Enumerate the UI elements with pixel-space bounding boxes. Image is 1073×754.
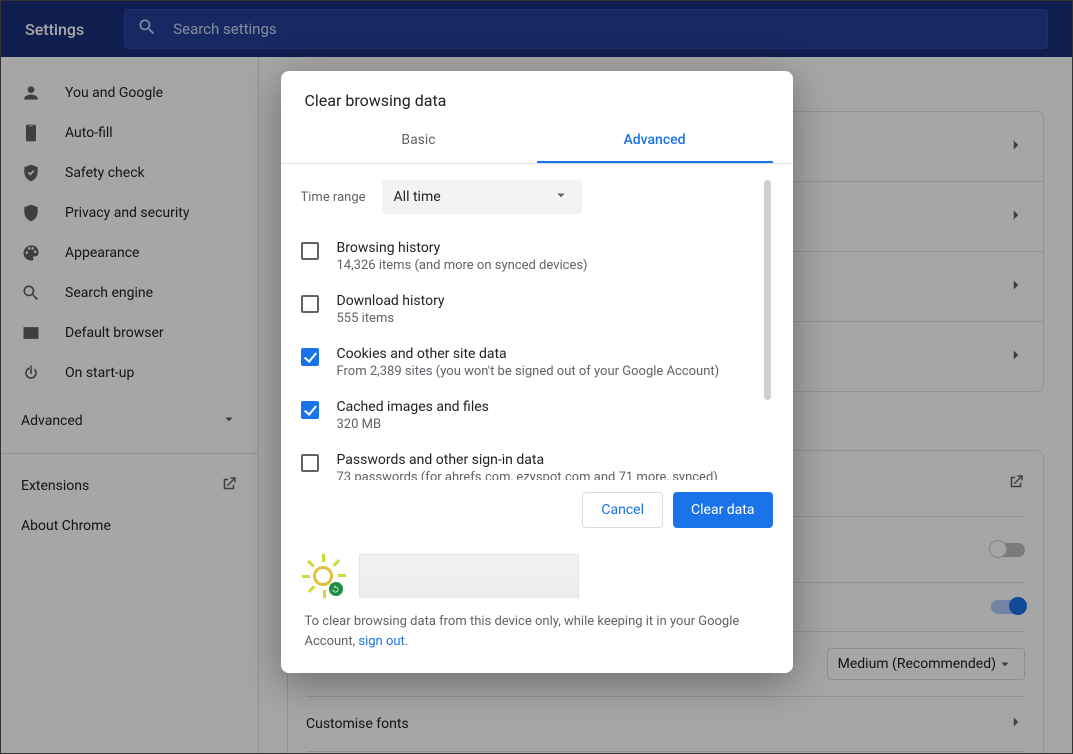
sidebar-advanced-toggle[interactable]: Advanced [1, 401, 258, 441]
row-customise-fonts[interactable]: Customise fonts [306, 697, 1025, 752]
sidebar-item-on-startup[interactable]: On start-up [1, 353, 246, 393]
sun-icon [301, 554, 345, 598]
header: Settings Search settings [1, 1, 1072, 57]
person-icon [21, 83, 41, 103]
chevron-right-icon [1007, 713, 1025, 735]
option-title: Browsing history [337, 240, 588, 256]
scrollbar[interactable] [764, 180, 771, 400]
sync-badge-icon [329, 582, 343, 596]
chevron-down-icon [220, 410, 238, 432]
clear-data-button[interactable]: Clear data [673, 492, 772, 528]
sidebar-item-label: You and Google [65, 85, 163, 101]
option-subtitle: 320 MB [337, 417, 489, 432]
sidebar-item-safety-check[interactable]: Safety check [1, 153, 246, 193]
row-page-zoom: Page zoom 100% [306, 752, 1025, 753]
option-subtitle: 555 items [337, 311, 445, 326]
promo-placeholder [359, 554, 579, 598]
sidebar-item-label: About Chrome [21, 518, 111, 534]
sidebar-item-search-engine[interactable]: Search engine [1, 273, 246, 313]
chevron-right-icon [1007, 276, 1025, 298]
option-row[interactable]: Browsing history 14,326 items (and more o… [301, 230, 773, 283]
sidebar-item-default-browser[interactable]: Default browser [1, 313, 246, 353]
option-row[interactable]: Passwords and other sign-in data 73 passw… [301, 442, 773, 480]
sidebar-item-autofill[interactable]: Auto-fill [1, 113, 246, 153]
open-in-new-icon [1007, 473, 1025, 495]
search-placeholder: Search settings [173, 20, 276, 38]
sidebar-item-label: Safety check [65, 165, 145, 181]
page-title: Settings [25, 20, 84, 39]
sidebar-item-you-and-google[interactable]: You and Google [1, 73, 246, 113]
time-range-label: Time range [301, 190, 366, 205]
checkbox[interactable] [301, 295, 319, 313]
checkbox[interactable] [301, 348, 319, 366]
option-title: Download history [337, 293, 445, 309]
browser-icon [21, 323, 41, 343]
option-row[interactable]: Cached images and files 320 MB [301, 389, 773, 442]
power-icon [21, 363, 41, 383]
option-subtitle: 73 passwords (for ahrefs.com, ezyspot.co… [337, 470, 718, 480]
sidebar-item-about-chrome[interactable]: About Chrome [1, 506, 258, 546]
option-title: Cookies and other site data [337, 346, 720, 362]
tab-advanced[interactable]: Advanced [537, 120, 773, 163]
select-time-range[interactable]: All time [382, 180, 582, 214]
tab-basic[interactable]: Basic [301, 120, 537, 163]
search-icon [21, 283, 41, 303]
sidebar-item-label: Default browser [65, 325, 164, 341]
shield-check-icon [21, 163, 41, 183]
toggle-show-home[interactable] [991, 543, 1025, 557]
checkbox[interactable] [301, 242, 319, 260]
option-subtitle: 14,326 items (and more on synced devices… [337, 258, 588, 273]
sidebar-item-label: Search engine [65, 285, 153, 301]
cancel-button[interactable]: Cancel [582, 492, 663, 528]
sidebar-item-extensions[interactable]: Extensions [1, 466, 258, 506]
open-in-new-icon [220, 475, 238, 497]
dialog-footer-note: To clear browsing data from this device … [281, 598, 793, 673]
select-font-size[interactable]: Medium (Recommended) [827, 648, 1025, 680]
option-title: Cached images and files [337, 399, 489, 415]
chevron-right-icon [1007, 206, 1025, 228]
option-title: Passwords and other sign-in data [337, 452, 718, 468]
chevron-down-icon [552, 186, 570, 208]
toggle-show-bookmarks[interactable] [991, 600, 1025, 614]
clear-browsing-data-dialog: Clear browsing data Basic Advanced Time … [281, 71, 793, 673]
sidebar-item-label: Extensions [21, 478, 89, 494]
checkbox[interactable] [301, 454, 319, 472]
sidebar-item-privacy[interactable]: Privacy and security [1, 193, 246, 233]
sidebar-item-label: Advanced [21, 413, 83, 429]
option-row[interactable]: Cookies and other site data From 2,389 si… [301, 336, 773, 389]
divider [1, 453, 258, 454]
sidebar-item-label: Privacy and security [65, 205, 189, 221]
sidebar-item-label: Appearance [65, 245, 139, 261]
sidebar-item-label: On start-up [65, 365, 134, 381]
checkbox[interactable] [301, 401, 319, 419]
promo-banner [281, 546, 793, 598]
palette-icon [21, 243, 41, 263]
shield-icon [21, 203, 41, 223]
chevron-right-icon [1007, 346, 1025, 368]
clipboard-icon [21, 123, 41, 143]
dialog-tabs: Basic Advanced [281, 120, 793, 164]
sidebar: You and Google Auto-fill Safety check Pr… [1, 57, 259, 753]
chevron-right-icon [1007, 136, 1025, 158]
option-row[interactable]: Download history 555 items [301, 283, 773, 336]
search-icon [137, 17, 173, 41]
search-input[interactable]: Search settings [124, 9, 1048, 49]
sign-out-link[interactable]: sign out [358, 634, 404, 649]
sidebar-item-appearance[interactable]: Appearance [1, 233, 246, 273]
sidebar-item-label: Auto-fill [65, 125, 113, 141]
option-subtitle: From 2,389 sites (you won't be signed ou… [337, 364, 720, 379]
dialog-title: Clear browsing data [281, 71, 793, 120]
